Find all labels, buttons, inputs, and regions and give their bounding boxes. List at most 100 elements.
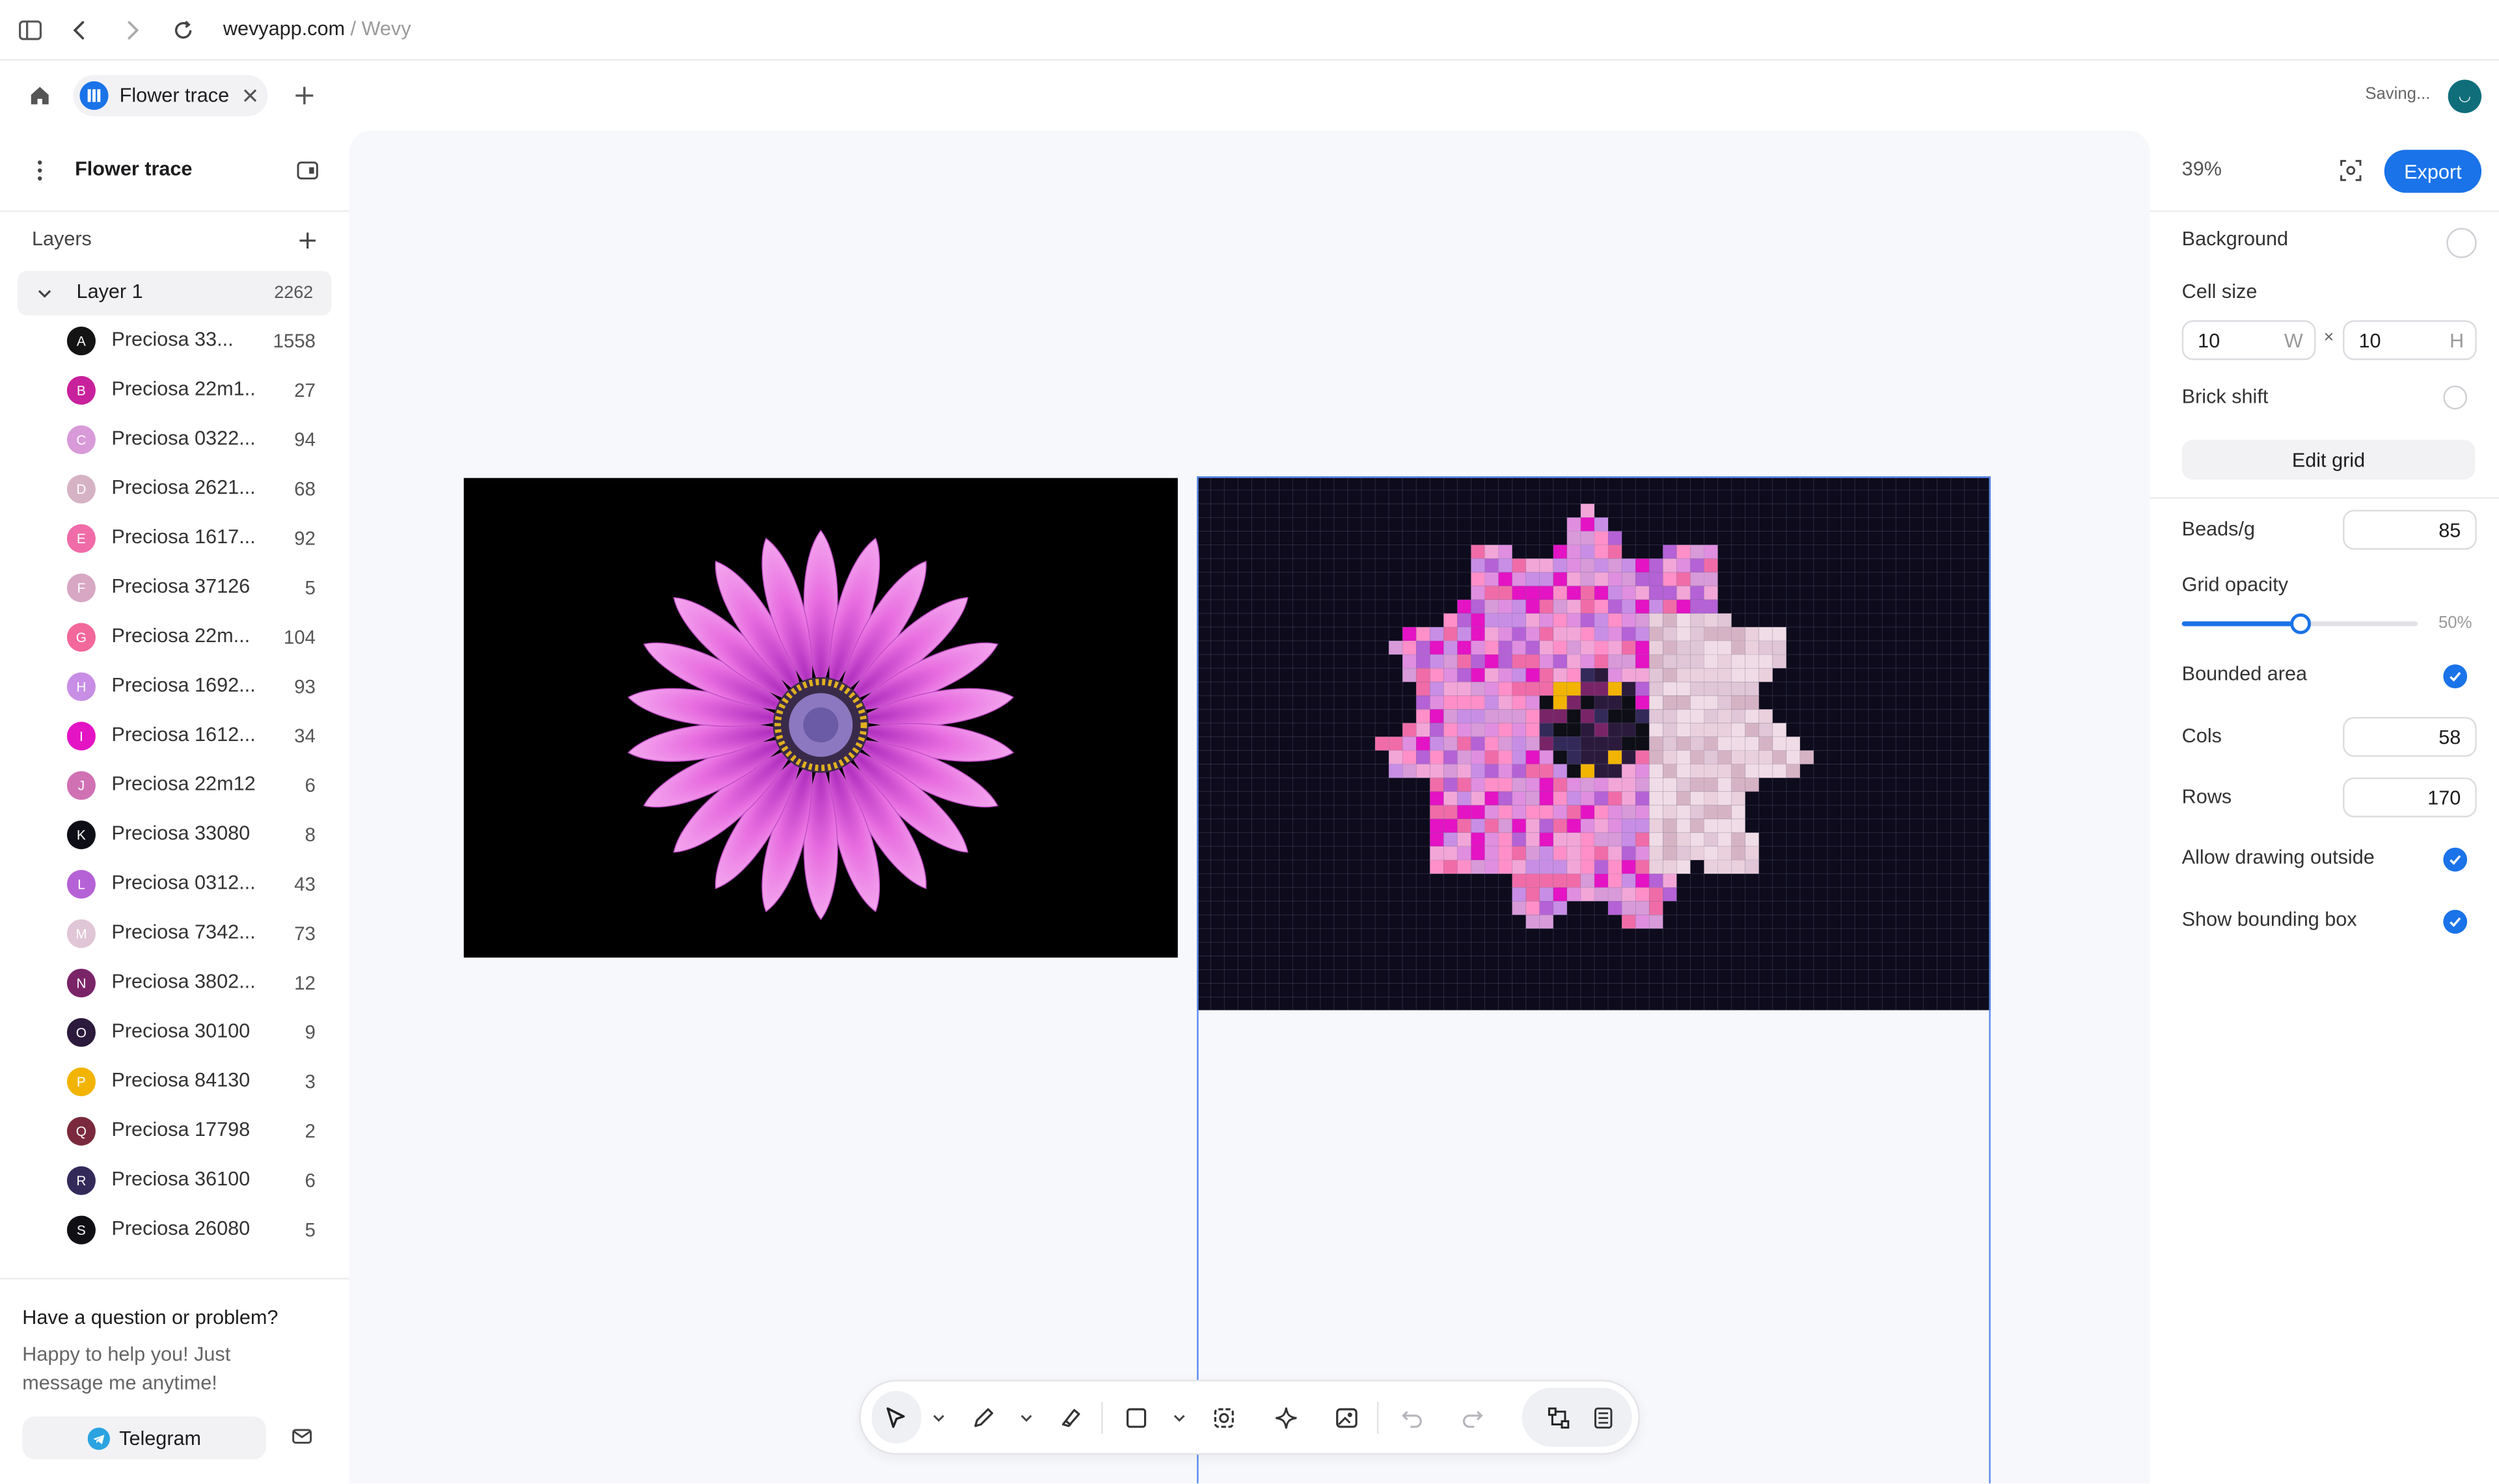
allow-drawing-outside-label: Allow drawing outside: [2181, 846, 2375, 869]
cell-width-value: 10: [2198, 329, 2220, 353]
chevron-down-icon[interactable]: [1164, 1399, 1195, 1437]
reload-icon[interactable]: [171, 18, 196, 43]
color-count: 43: [294, 873, 316, 896]
brick-shift-label: Brick shift: [2181, 385, 2269, 408]
color-list-item[interactable]: K Preciosa 33080 ... 8: [0, 811, 349, 861]
color-list-item[interactable]: F Preciosa 37126 ... 5: [0, 564, 349, 614]
color-count: 6: [305, 774, 316, 797]
list-view-icon[interactable]: [1584, 1399, 1622, 1437]
path-view-icon[interactable]: [1540, 1399, 1578, 1437]
layer-name: Layer 1: [76, 280, 143, 303]
color-list-item[interactable]: J Preciosa 22m12... 6: [0, 762, 349, 811]
select-tool-icon[interactable]: [877, 1399, 915, 1437]
more-options-icon[interactable]: [29, 157, 51, 183]
forward-icon[interactable]: [120, 18, 145, 43]
width-unit: W: [2284, 329, 2303, 353]
zoom-level[interactable]: 39%: [2182, 157, 2222, 180]
color-list-item[interactable]: N Preciosa 3802... 12: [0, 959, 349, 1008]
pencil-tool-icon[interactable]: [964, 1399, 1003, 1437]
color-list-item[interactable]: H Preciosa 1692... 93: [0, 663, 349, 712]
color-count: 2: [305, 1120, 316, 1142]
color-count: 1558: [273, 329, 316, 353]
color-list-item[interactable]: A Preciosa 33... 1558: [0, 317, 349, 366]
chevron-down-icon[interactable]: [923, 1399, 955, 1437]
eraser-tool-icon[interactable]: [1052, 1399, 1090, 1437]
show-bounding-box-checkbox[interactable]: [2443, 910, 2468, 934]
app-logo-icon: [79, 81, 109, 110]
undo-icon[interactable]: [1393, 1399, 1431, 1437]
color-list-item[interactable]: E Preciosa 1617... 92: [0, 515, 349, 564]
color-list-item[interactable]: S Preciosa 26080 ... 5: [0, 1206, 349, 1256]
color-count: 12: [294, 971, 316, 995]
background-color-swatch[interactable]: [2446, 228, 2477, 258]
color-list-item[interactable]: I Preciosa 1612... 34: [0, 712, 349, 762]
cols-value: 58: [2438, 726, 2461, 749]
allow-drawing-outside-checkbox[interactable]: [2443, 847, 2468, 872]
tab-flower-trace[interactable]: Flower trace: [73, 75, 268, 116]
beads-per-gram-label: Beads/g: [2181, 517, 2256, 541]
url-domain: wevyapp.com: [223, 17, 346, 40]
beads-per-gram-field[interactable]: 85: [2343, 509, 2477, 550]
mail-icon[interactable]: [292, 1426, 312, 1447]
telegram-label: Telegram: [119, 1427, 202, 1450]
chevron-down-icon[interactable]: [35, 284, 54, 303]
color-list-item[interactable]: B Preciosa 22m1... 27: [0, 366, 349, 416]
brick-shift-toggle[interactable]: [2443, 385, 2468, 410]
color-count: 68: [294, 478, 316, 500]
telegram-button[interactable]: Telegram: [22, 1416, 266, 1460]
color-list-item[interactable]: O Preciosa 30100 ... 9: [0, 1008, 349, 1058]
cell-width-field[interactable]: 10 W: [2181, 320, 2316, 360]
divider: [0, 210, 349, 212]
color-list-item[interactable]: L Preciosa 0312... 43: [0, 860, 349, 910]
rectangle-tool-icon[interactable]: [1117, 1399, 1156, 1437]
color-swatch: C: [66, 425, 96, 454]
cell-height-field[interactable]: 10 H: [2343, 320, 2477, 360]
color-swatch: A: [66, 327, 96, 356]
saving-status: Saving...: [2365, 84, 2431, 104]
focus-icon[interactable]: [2338, 157, 2364, 183]
color-list-item[interactable]: P Preciosa 84130 ... 3: [0, 1058, 349, 1107]
color-swatch: G: [66, 623, 96, 652]
color-list-item[interactable]: C Preciosa 0322... 94: [0, 416, 349, 465]
color-swatch: D: [66, 474, 96, 504]
color-count: 3: [305, 1070, 316, 1094]
close-tab-icon[interactable]: [242, 88, 258, 103]
color-name: Preciosa 30100 ...: [111, 1019, 254, 1042]
chevron-down-icon[interactable]: [1011, 1399, 1043, 1437]
divider: [2150, 497, 2499, 499]
color-name: Preciosa 22m1...: [111, 377, 255, 400]
color-count: 94: [294, 428, 316, 452]
color-swatch: E: [66, 524, 96, 553]
color-swatch: Q: [66, 1116, 96, 1146]
panel-toggle-icon[interactable]: [297, 159, 319, 182]
home-icon[interactable]: [27, 83, 53, 108]
rows-field[interactable]: 170: [2343, 777, 2477, 818]
redo-icon[interactable]: [1453, 1399, 1492, 1437]
reference-photo[interactable]: [463, 478, 1178, 958]
new-tab-icon[interactable]: [292, 83, 317, 108]
sparkle-icon[interactable]: [1267, 1399, 1305, 1437]
color-name: Preciosa 0312...: [111, 871, 255, 894]
color-list-item[interactable]: G Preciosa 22m... 104: [0, 614, 349, 663]
opacity-slider-handle[interactable]: [2290, 613, 2312, 634]
export-button[interactable]: Export: [2384, 150, 2482, 193]
cols-field[interactable]: 58: [2343, 717, 2477, 757]
sidebar-toggle-icon[interactable]: [18, 18, 43, 43]
image-tool-icon[interactable]: [1328, 1399, 1366, 1437]
mask-tool-icon[interactable]: [1205, 1399, 1243, 1437]
color-count: 5: [305, 576, 316, 599]
color-list-item[interactable]: R Preciosa 36100 ... 6: [0, 1157, 349, 1206]
color-swatch: M: [66, 919, 96, 949]
back-icon[interactable]: [67, 18, 92, 43]
add-layer-icon[interactable]: [297, 230, 319, 252]
color-list-item[interactable]: Q Preciosa 17798 ... 2: [0, 1107, 349, 1157]
color-count: 9: [305, 1021, 316, 1044]
edit-grid-button[interactable]: Edit grid: [2181, 439, 2476, 480]
color-list-item[interactable]: M Preciosa 7342... 73: [0, 910, 349, 959]
avatar[interactable]: ◡: [2448, 79, 2482, 113]
check-icon: [2450, 671, 2461, 682]
color-list-item[interactable]: D Preciosa 2621... 68: [0, 465, 349, 515]
bounded-area-checkbox[interactable]: [2443, 664, 2468, 688]
color-name: Preciosa 36100 ...: [111, 1168, 254, 1191]
address-bar[interactable]: wevyapp.com / Wevy: [223, 18, 411, 40]
